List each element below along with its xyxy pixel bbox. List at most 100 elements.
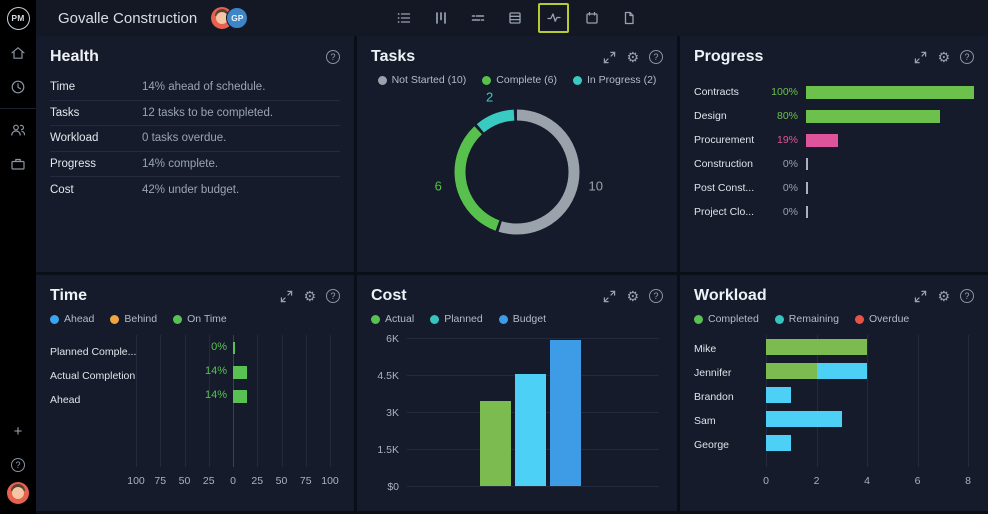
expand-button[interactable] bbox=[603, 290, 616, 303]
gridline bbox=[305, 335, 307, 467]
legend-label: Overdue bbox=[868, 313, 910, 325]
legend-label: Ahead bbox=[64, 313, 95, 325]
expand-button[interactable] bbox=[914, 51, 927, 64]
legend-item: Budget bbox=[498, 313, 546, 325]
health-row: Progress 14% complete. bbox=[50, 152, 340, 177]
help-icon: ? bbox=[326, 289, 340, 303]
home-icon bbox=[11, 47, 25, 59]
gridline bbox=[184, 335, 186, 467]
axis-tick-label: 100 bbox=[127, 475, 145, 487]
sheet-icon bbox=[509, 12, 521, 24]
health-row-label: Tasks bbox=[50, 106, 80, 119]
health-row-label: Time bbox=[50, 81, 76, 94]
progress-bar[interactable] bbox=[806, 133, 838, 147]
zero-tick bbox=[806, 157, 808, 170]
cost-bar-planned[interactable] bbox=[515, 374, 547, 486]
cost-bar-budget[interactable] bbox=[550, 340, 582, 486]
help-button[interactable]: ? bbox=[326, 289, 340, 303]
workload-bar-row bbox=[766, 387, 968, 403]
panel-title: Workload bbox=[694, 287, 767, 304]
add-button[interactable]: + bbox=[0, 414, 36, 448]
axis-tick-label: 75 bbox=[154, 475, 167, 487]
help-button[interactable]: ? bbox=[0, 448, 36, 482]
help-icon: ? bbox=[326, 50, 340, 64]
legend-item: Not Started (10) bbox=[377, 74, 466, 86]
help-button[interactable]: ? bbox=[326, 50, 340, 64]
workload-bar-segment[interactable] bbox=[766, 363, 817, 379]
gridline bbox=[208, 335, 210, 467]
expand-button[interactable] bbox=[603, 51, 616, 64]
cost-y-axis: $0 1.5K 3K 4.5K 6K bbox=[371, 333, 407, 493]
progress-row: Project Clo... 0% bbox=[694, 200, 974, 224]
workload-bar-segment[interactable] bbox=[766, 339, 867, 355]
health-row-value: 14% ahead of schedule. bbox=[142, 81, 266, 94]
legend-item: Remaining bbox=[774, 313, 839, 325]
settings-button[interactable]: ⚙ bbox=[937, 289, 950, 303]
workload-row-label: Jennifer bbox=[694, 367, 732, 379]
gear-icon: ⚙ bbox=[626, 288, 639, 304]
help-button[interactable]: ? bbox=[649, 289, 663, 303]
time-bar[interactable] bbox=[233, 390, 247, 403]
settings-button[interactable]: ⚙ bbox=[937, 50, 950, 64]
gridline bbox=[281, 335, 283, 467]
legend-dot bbox=[110, 314, 120, 324]
health-row: Time 14% ahead of schedule. bbox=[50, 75, 340, 101]
workload-bar-row bbox=[766, 435, 968, 451]
gridline bbox=[257, 335, 259, 467]
list-view-button[interactable] bbox=[390, 4, 418, 32]
help-button[interactable]: ? bbox=[960, 50, 974, 64]
progress-bar[interactable] bbox=[806, 85, 974, 99]
help-button[interactable]: ? bbox=[649, 50, 663, 64]
axis-tick-label: 50 bbox=[275, 475, 288, 487]
board-view-button[interactable] bbox=[427, 4, 455, 32]
sidebar-item-recent[interactable] bbox=[0, 70, 36, 104]
pm-logo-icon: PM bbox=[6, 6, 30, 30]
app-logo[interactable]: PM bbox=[0, 0, 36, 36]
time-row-value: 14% bbox=[204, 389, 227, 401]
dashboard-view-button[interactable] bbox=[538, 3, 569, 33]
legend-label: Completed bbox=[708, 313, 759, 325]
sidebar-item-team[interactable] bbox=[0, 113, 36, 147]
workload-bar-segment[interactable] bbox=[766, 435, 792, 451]
health-row-value: 12 tasks to be completed. bbox=[142, 106, 274, 119]
time-bar[interactable] bbox=[233, 366, 247, 379]
gridline bbox=[407, 486, 659, 487]
calendar-view-button[interactable] bbox=[578, 4, 606, 32]
settings-button[interactable]: ⚙ bbox=[303, 289, 316, 303]
expand-button[interactable] bbox=[280, 290, 293, 303]
progress-row: Procurement 19% bbox=[694, 128, 974, 152]
workload-bar-row bbox=[766, 411, 968, 427]
time-row-label: Ahead bbox=[50, 394, 81, 406]
gantt-view-button[interactable] bbox=[464, 4, 492, 32]
settings-button[interactable]: ⚙ bbox=[626, 289, 639, 303]
user-avatar[interactable] bbox=[7, 482, 29, 504]
view-toolbar bbox=[390, 3, 643, 33]
progress-bar[interactable] bbox=[806, 109, 941, 123]
health-row: Workload 0 tasks overdue. bbox=[50, 126, 340, 152]
workload-panel: Workload ⚙ ? Completed Remaining Overdue… bbox=[680, 275, 988, 511]
workload-row-label: Mike bbox=[694, 343, 717, 355]
expand-icon bbox=[604, 51, 616, 63]
avatar-initials[interactable]: GP bbox=[226, 7, 249, 29]
axis-tick-label: 0 bbox=[763, 475, 769, 487]
sidebar-item-portfolio[interactable] bbox=[0, 147, 36, 181]
workload-bar-segment[interactable] bbox=[766, 387, 792, 403]
legend-item: In Progress (2) bbox=[572, 74, 656, 86]
axis-tick-label: 0 bbox=[230, 475, 236, 487]
panel-title: Tasks bbox=[371, 48, 416, 65]
docs-view-button[interactable] bbox=[615, 4, 643, 32]
workload-bar-segment[interactable] bbox=[766, 411, 842, 427]
zero-tick bbox=[806, 205, 808, 218]
health-row-label: Cost bbox=[50, 183, 74, 196]
time-bar-chart: 100 75 50 25 0 25 50 75 100 0% 14% 14% bbox=[127, 335, 339, 487]
sidebar-item-home[interactable] bbox=[0, 36, 36, 70]
workload-bar-segment[interactable] bbox=[816, 363, 867, 379]
sheet-view-button[interactable] bbox=[501, 4, 529, 32]
time-panel: Time ⚙ ? Ahead Behind On Time Planned Co… bbox=[36, 275, 354, 511]
donut-segment[interactable] bbox=[444, 99, 590, 245]
settings-button[interactable]: ⚙ bbox=[626, 50, 639, 64]
health-row-value: 0 tasks overdue. bbox=[142, 132, 227, 145]
help-button[interactable]: ? bbox=[960, 289, 974, 303]
cost-bar-actual[interactable] bbox=[480, 400, 512, 486]
expand-button[interactable] bbox=[914, 290, 927, 303]
